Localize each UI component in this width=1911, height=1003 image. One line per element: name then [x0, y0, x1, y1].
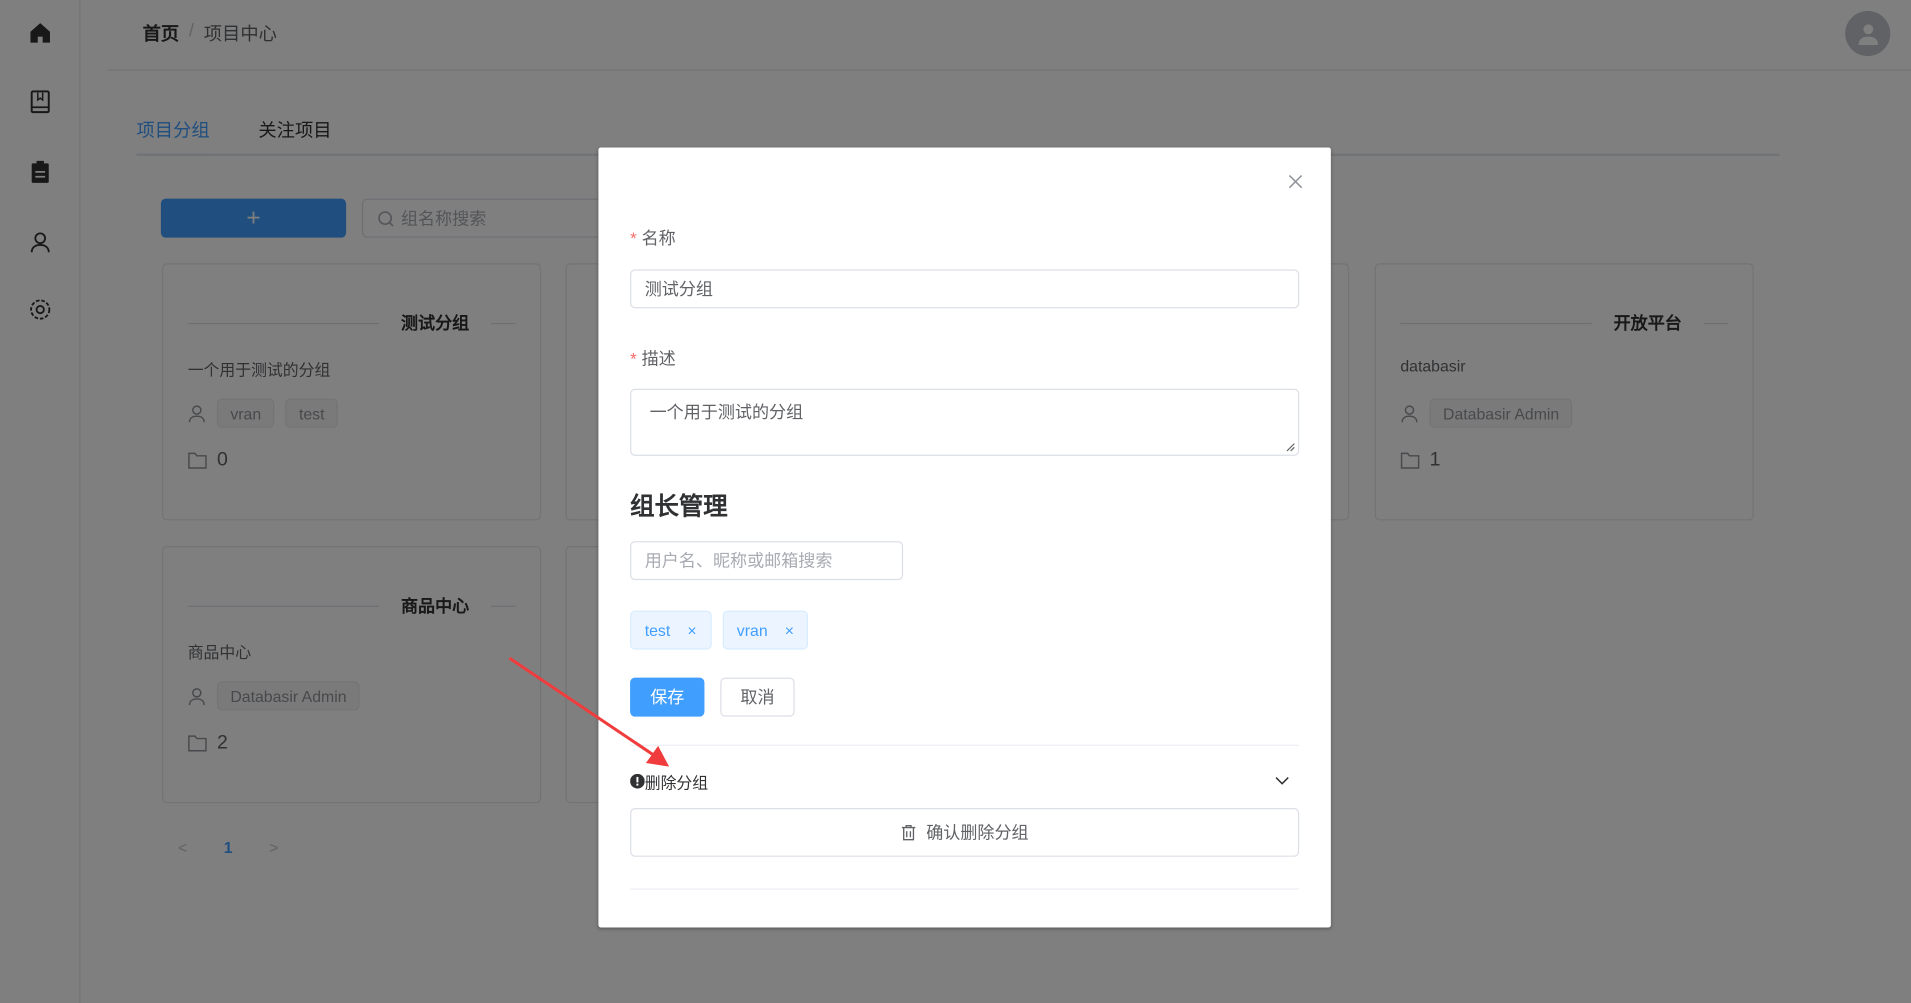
- owner-tag: vran ×: [722, 610, 809, 650]
- exclamation-circle-icon: [630, 773, 645, 789]
- description-label: * 描述: [630, 348, 676, 369]
- divider: [630, 888, 1300, 890]
- edit-group-dialog: * 名称 测试分组 * 描述 一个用于测试的分组 组长管理 用户名、昵称或邮箱搜索 …: [598, 147, 1331, 928]
- owner-search-input[interactable]: 用户名、昵称或邮箱搜索: [630, 541, 904, 581]
- divider: [630, 744, 1300, 746]
- owner-tags: test × vran ×: [630, 610, 809, 650]
- description-textarea[interactable]: 一个用于测试的分组: [630, 388, 1300, 456]
- confirm-delete-button[interactable]: 确认删除分组: [630, 808, 1300, 857]
- save-button[interactable]: 保存: [630, 677, 705, 717]
- trash-icon: [901, 825, 916, 841]
- name-label: * 名称: [630, 227, 676, 248]
- name-input[interactable]: 测试分组: [630, 269, 1300, 309]
- close-icon[interactable]: ×: [785, 621, 794, 639]
- close-icon[interactable]: [1288, 174, 1303, 189]
- owner-section-title: 组长管理: [630, 493, 728, 521]
- close-icon[interactable]: ×: [687, 621, 696, 639]
- cancel-button[interactable]: 取消: [720, 677, 795, 717]
- delete-section-title: 删除分组: [644, 773, 709, 792]
- resize-handle-icon[interactable]: [1286, 442, 1296, 452]
- delete-collapse-header[interactable]: 删除分组: [630, 767, 1299, 796]
- owner-tag: test ×: [630, 610, 712, 650]
- chevron-down-icon[interactable]: [1275, 776, 1290, 786]
